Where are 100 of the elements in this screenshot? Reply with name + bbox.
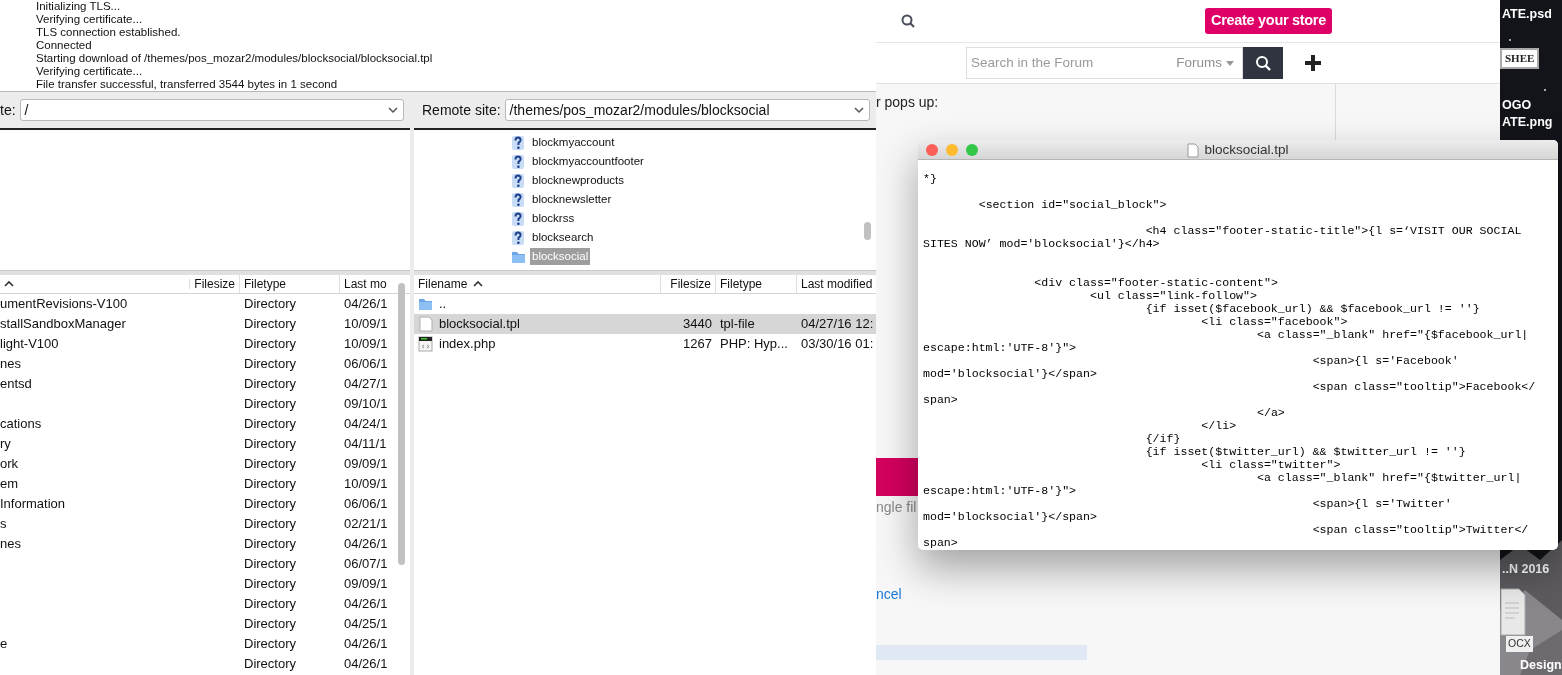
file-label: ATE.psd [1502, 6, 1552, 23]
log-message: Connected [36, 39, 93, 52]
modified-date: 09/09/1 [344, 456, 388, 472]
scrollbar-thumb[interactable] [864, 222, 871, 240]
code-line: <span>{l s='Twitter' [1311, 497, 1453, 510]
modified-date: 04/24/1 [344, 416, 388, 432]
file-row[interactable]: Directory 09/10/1 [0, 394, 410, 414]
button[interactable] [876, 458, 918, 496]
minimize-button[interactable] [946, 143, 958, 156]
modified-date: 04/25/1 [344, 616, 388, 632]
document-icon [1187, 142, 1200, 158]
window-title: blocksocial.tpl [1204, 140, 1289, 159]
file-row[interactable]: index.php 1267 PHP: Hyp... 03/30/16 01: [414, 334, 876, 354]
file-type: tpl-file [720, 316, 755, 332]
file-row[interactable]: stallSandboxManager Directory 10/09/1 [0, 314, 410, 334]
file-row[interactable]: nes Directory 06/06/1 [0, 354, 410, 374]
code-line: <span>{l s='Facebook' [1311, 354, 1460, 367]
file-type: Directory [244, 616, 296, 632]
file-name: nes [0, 355, 21, 374]
folder-icon [418, 296, 433, 312]
file-row[interactable]: em Directory 10/09/1 [0, 474, 410, 494]
file-name: em [0, 475, 19, 494]
column-header[interactable]: Filesize [661, 275, 716, 293]
file-row[interactable]: e Directory 04/26/1 [0, 634, 410, 654]
file-row[interactable]: cations Directory 04/24/1 [0, 414, 410, 434]
file-row[interactable]: Directory 04/26/1 [0, 654, 410, 674]
column-header[interactable]: Last mo [340, 275, 398, 293]
file-type: Directory [244, 636, 296, 652]
search-button[interactable] [1243, 47, 1283, 79]
file-name: Information [0, 495, 66, 514]
column-header[interactable]: Filename [414, 275, 661, 293]
image-thumbnail[interactable]: SHEE [1500, 48, 1540, 69]
file-name: ork [0, 455, 19, 474]
code-line: {if isset($twitter_url) && $twitter_url != ''} [1144, 445, 1467, 458]
code-line: escape:html:'UTF-8'}"> [923, 341, 1078, 354]
file-row[interactable]: .. [414, 294, 876, 314]
tree-item[interactable]: blockmyaccountfooter [414, 152, 876, 171]
file-row[interactable]: Directory 04/25/1 [0, 614, 410, 634]
code-line: mod='blocksocial'}</span> [923, 510, 1098, 523]
unknown-file-icon [511, 134, 526, 151]
tree-item[interactable]: blockmyaccount [414, 133, 876, 152]
log-message: Verifying certificate... [36, 13, 144, 26]
scrollbar-thumb[interactable] [398, 283, 405, 565]
file-type: Directory [244, 456, 296, 472]
file-size: 1267 [683, 336, 712, 352]
code-line: SITES NOW’ mod='blocksocial'}</h4> [923, 237, 1161, 250]
code-line: escape:html:'UTF-8'}"> [923, 484, 1078, 497]
code-line: <section id="social_block"> [977, 198, 1168, 211]
code-line: <span class="tooltip">Twitter</ [1311, 523, 1530, 536]
column-header[interactable]: Filetype [240, 275, 340, 293]
modified-date: 10/09/1 [344, 316, 388, 332]
unknown-file-icon [511, 172, 526, 189]
tree-item[interactable]: blocksearch [414, 228, 876, 247]
code-line: <ul class="link-follow"> [1089, 289, 1258, 302]
column-header[interactable]: Filetype [716, 275, 797, 293]
file-row[interactable]: umentRevisions-V100 Directory 04/26/1 [0, 294, 410, 314]
tree-item[interactable]: blockrss [414, 209, 876, 228]
modified-date: 04/26/1 [344, 536, 388, 552]
modified-date: 02/21/1 [344, 516, 388, 532]
modified-date: 06/07/1 [344, 556, 388, 572]
file-name: e [0, 635, 8, 654]
modified-date: 04/26/1 [344, 636, 388, 652]
file-row[interactable]: light-V100 Directory 10/09/1 [0, 334, 410, 354]
code-line: *} [923, 172, 938, 185]
file-row[interactable]: Directory 04/26/1 [0, 594, 410, 614]
file-row[interactable]: Information Directory 06/06/1 [0, 494, 410, 514]
file-row[interactable]: Directory 06/07/1 [0, 554, 410, 574]
file-row[interactable]: s Directory 02/21/1 [0, 514, 410, 534]
tree-item[interactable]: blocknewsletter [414, 190, 876, 209]
code-line: {/if} [1144, 432, 1182, 445]
file-name: nes [0, 535, 21, 554]
file-row[interactable]: ry Directory 04/11/1 [0, 434, 410, 454]
column-header[interactable]: Last modified [797, 275, 876, 293]
code-line: <li class="facebook"> [1200, 315, 1349, 328]
column-header[interactable]: Filesize [190, 275, 240, 293]
cancel-link[interactable]: ncel [876, 584, 902, 605]
site-label: te: [0, 100, 16, 120]
document-icon [418, 316, 433, 332]
file-name: stallSandboxManager [0, 315, 126, 334]
modified-date: 03/30/16 01: [801, 336, 874, 352]
zoom-button[interactable] [966, 143, 978, 156]
plus-icon[interactable] [1305, 55, 1321, 71]
tree-item[interactable]: blocknewproducts [414, 171, 876, 190]
file-row[interactable]: nes Directory 04/26/1 [0, 534, 410, 554]
file-row[interactable]: ork Directory 09/09/1 [0, 454, 410, 474]
document-icon[interactable] [1500, 588, 1526, 636]
file-row[interactable]: Directory 09/09/1 [0, 574, 410, 594]
search-icon[interactable] [901, 14, 915, 28]
file-row[interactable]: entsd Directory 04/27/1 [0, 374, 410, 394]
file-type: Directory [244, 476, 296, 492]
site-label: Remote site: [422, 100, 501, 120]
file-name: cations [0, 415, 42, 434]
create-store-button[interactable]: Create your store [1205, 8, 1332, 34]
path-combobox[interactable]: / [19, 99, 404, 121]
close-button[interactable] [926, 143, 938, 156]
path-combobox[interactable]: /themes/pos_mozar2/modules/blocksocial [504, 99, 870, 121]
file-row[interactable]: blocksocial.tpl 3440 tpl-file 04/27/16 12: [414, 314, 876, 334]
code-line: <li class="twitter"> [1200, 458, 1342, 471]
file-label: ..N 2016 [1502, 561, 1550, 578]
file-type: Directory [244, 416, 296, 432]
